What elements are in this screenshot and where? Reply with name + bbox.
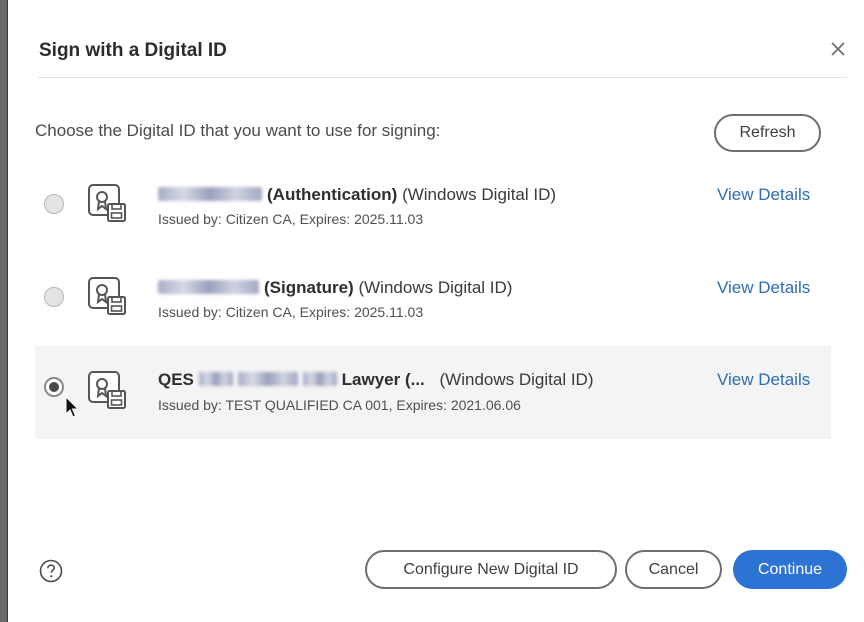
sign-digital-id-dialog: Sign with a Digital ID Choose the Digita… bbox=[7, 0, 864, 622]
view-details-link-2[interactable]: View Details bbox=[717, 278, 810, 298]
view-details-link-1[interactable]: View Details bbox=[717, 185, 810, 205]
id-role: Lawyer (... bbox=[341, 370, 425, 389]
id-type: (Windows Digital ID) bbox=[402, 185, 557, 204]
id-issuer-line: Issued by: TEST QUALIFIED CA 001, Expire… bbox=[158, 397, 521, 413]
digital-id-row-qes-lawyer[interactable]: QES Lawyer (... (Windows Digital ID) Iss… bbox=[35, 346, 831, 439]
redacted-name-part bbox=[237, 372, 298, 386]
mouse-pointer-icon bbox=[65, 396, 79, 418]
refresh-button[interactable]: Refresh bbox=[714, 114, 821, 152]
id-name-line: QES Lawyer (... (Windows Digital ID) bbox=[158, 370, 594, 390]
choose-id-prompt: Choose the Digital ID that you want to u… bbox=[35, 121, 441, 140]
configure-new-digital-id-button[interactable]: Configure New Digital ID bbox=[365, 550, 617, 589]
digital-id-row-authentication[interactable]: (Authentication) (Windows Digital ID) Is… bbox=[35, 160, 831, 253]
certificate-icon bbox=[88, 371, 126, 409]
id-name-line: (Signature) (Windows Digital ID) bbox=[158, 278, 512, 298]
certificate-icon bbox=[88, 277, 126, 315]
redacted-name bbox=[158, 280, 259, 294]
id-name-line: (Authentication) (Windows Digital ID) bbox=[158, 185, 556, 205]
close-icon[interactable] bbox=[827, 38, 849, 60]
id-issuer-line: Issued by: Citizen CA, Expires: 2025.11.… bbox=[158, 211, 424, 227]
cancel-button[interactable]: Cancel bbox=[625, 550, 722, 589]
redacted-name-part bbox=[302, 372, 337, 386]
id-prefix: QES bbox=[158, 370, 194, 389]
help-icon[interactable] bbox=[39, 559, 63, 583]
dialog-title: Sign with a Digital ID bbox=[39, 40, 227, 61]
view-details-link-3[interactable]: View Details bbox=[717, 370, 810, 390]
id-radio-3-selected[interactable] bbox=[44, 377, 64, 397]
id-radio-1[interactable] bbox=[44, 194, 64, 214]
id-issuer-line: Issued by: Citizen CA, Expires: 2025.11.… bbox=[158, 304, 424, 320]
id-type: (Windows Digital ID) bbox=[358, 278, 513, 297]
title-divider bbox=[38, 77, 847, 78]
continue-button[interactable]: Continue bbox=[733, 550, 847, 589]
certificate-icon bbox=[88, 184, 126, 222]
digital-id-row-signature[interactable]: (Signature) (Windows Digital ID) Issued … bbox=[35, 253, 831, 346]
redacted-name-part bbox=[198, 372, 233, 386]
id-role: (Authentication) bbox=[267, 185, 398, 204]
id-radio-2[interactable] bbox=[44, 287, 64, 307]
id-role: (Signature) bbox=[264, 278, 354, 297]
id-type: (Windows Digital ID) bbox=[439, 370, 594, 389]
redacted-name bbox=[158, 187, 262, 201]
